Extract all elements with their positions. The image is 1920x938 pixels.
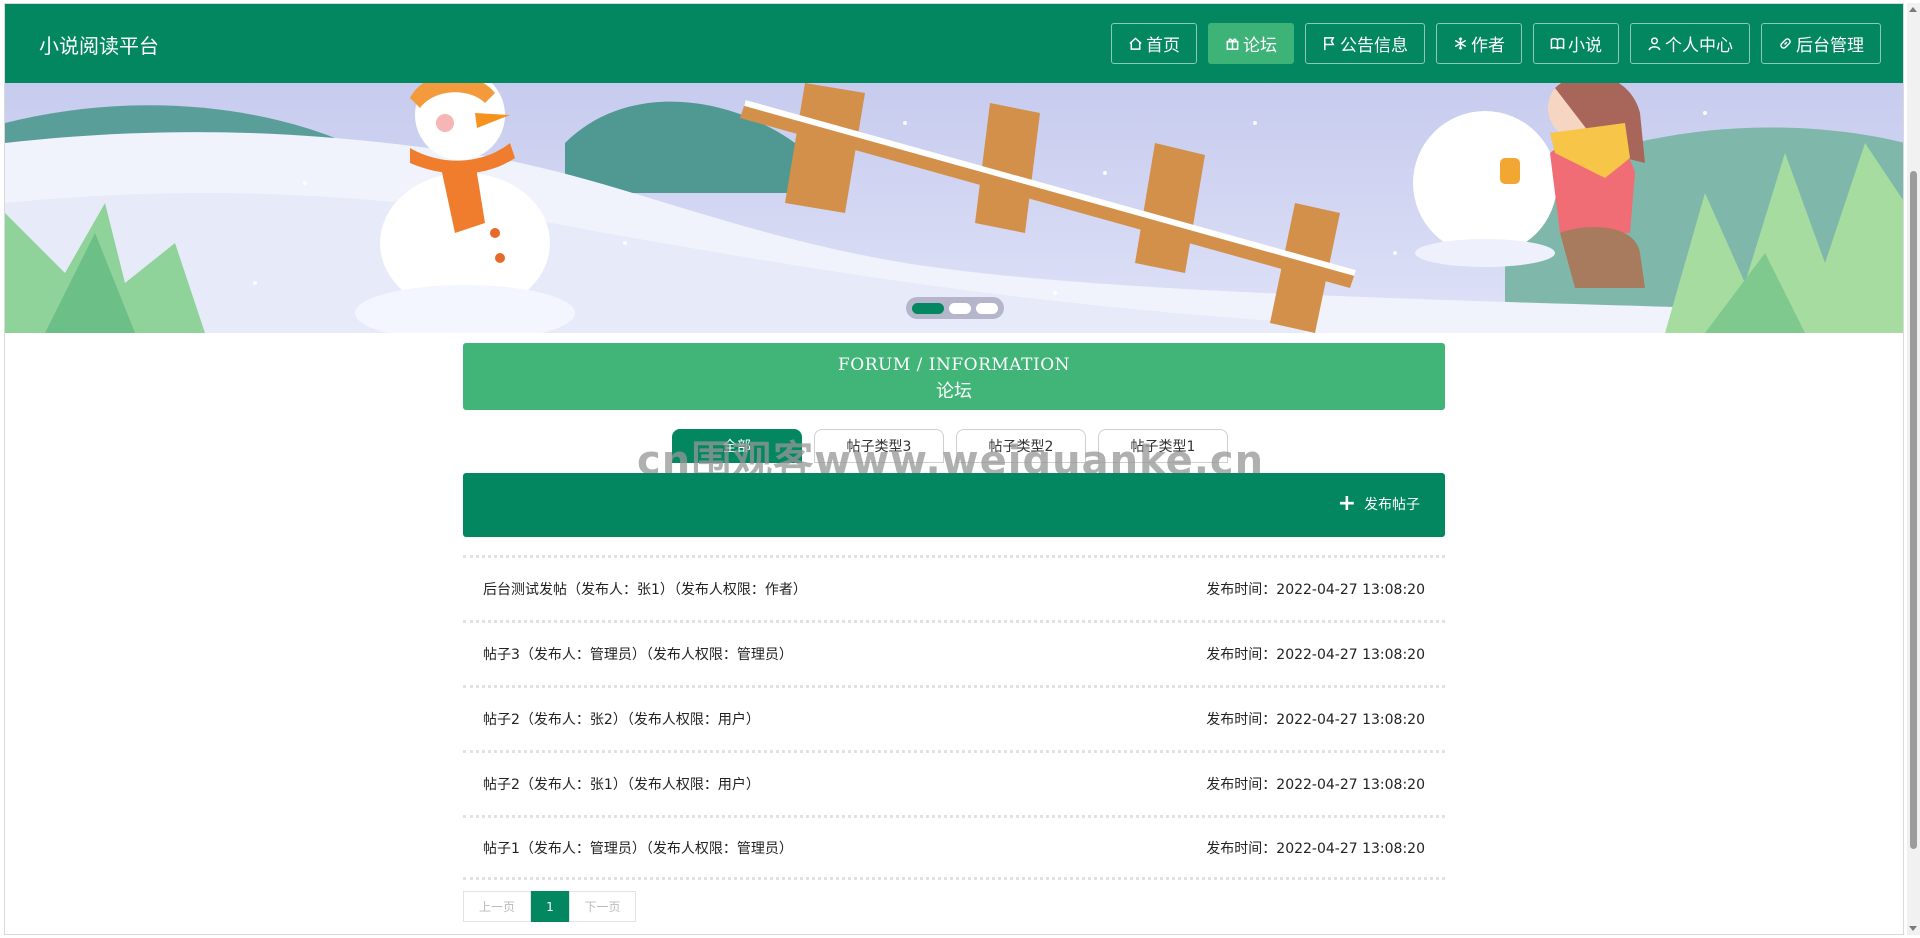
post-time: 发布时间：2022-04-27 13:08:20 [1206,840,1425,857]
nav-notice[interactable]: 公告信息 [1305,23,1425,64]
tab-all[interactable]: 全部 [672,429,802,463]
site-brand[interactable]: 小说阅读平台 [39,30,159,59]
scroll-down-icon[interactable] [1909,926,1917,931]
forum-title-block: FORUM / INFORMATION 论坛 [463,343,1445,410]
snowflake-icon [1454,37,1467,50]
nav-profile[interactable]: 个人中心 [1630,23,1750,64]
user-icon [1648,37,1661,51]
publish-post-button[interactable]: + 发布帖子 [1338,493,1420,515]
list-item[interactable]: 帖子2（发布人：张1）（发布人权限：用户） 发布时间：2022-04-27 13… [463,750,1445,815]
nav-notice-label: 公告信息 [1340,36,1408,56]
nav-novel-label: 小说 [1568,36,1602,56]
carousel-dot-1[interactable] [912,302,944,314]
forum-title-en: FORUM / INFORMATION [837,355,1071,375]
book-icon [1550,37,1565,50]
nav-forum[interactable]: 论坛 [1208,23,1294,64]
nav-admin-label: 后台管理 [1796,36,1864,56]
list-item[interactable]: 帖子3（发布人：管理员）（发布人权限：管理员） 发布时间：2022-04-27 … [463,620,1445,685]
nav-forum-label: 论坛 [1243,36,1277,56]
banner-carousel[interactable] [5,83,1903,333]
post-time: 发布时间：2022-04-27 13:08:20 [1206,712,1425,728]
browser-viewport: 小说阅读平台 首页 论坛 公告信息 作者 小说 个人中心 后台管理 FORUM … [4,3,1904,935]
post-time: 发布时间：2022-04-27 13:08:20 [1206,647,1425,663]
top-navbar: 小说阅读平台 首页 论坛 公告信息 作者 小说 个人中心 后台管理 [5,4,1903,83]
page-scrollbar[interactable] [1907,3,1920,935]
post-action-bar: + 发布帖子 [463,473,1445,537]
carousel-indicators [906,297,1004,319]
post-title: 帖子2（发布人：张1）（发布人权限：用户） [483,777,760,793]
carousel-dot-2[interactable] [949,302,971,314]
prev-page-button[interactable]: 上一页 [463,891,531,922]
pagination: 上一页 1 下一页 [463,891,636,922]
post-title: 帖子1（发布人：管理员）（发布人权限：管理员） [483,840,793,857]
carousel-dot-3[interactable] [976,302,998,314]
list-item[interactable]: 帖子1（发布人：管理员）（发布人权限：管理员） 发布时间：2022-04-27 … [463,815,1445,880]
forum-title-zh: 论坛 [936,381,972,402]
post-title: 帖子2（发布人：张2）（发布人权限：用户） [483,712,760,728]
scroll-up-icon[interactable] [1909,7,1917,12]
post-type-tabs: 全部 帖子类型3 帖子类型2 帖子类型1 [672,429,1228,463]
nav-profile-label: 个人中心 [1665,36,1733,56]
nav-novel[interactable]: 小说 [1533,23,1619,64]
post-title: 后台测试发帖（发布人：张1）（发布人权限：作者） [483,582,807,598]
plus-icon: + [1337,491,1356,516]
nav-author-label: 作者 [1471,36,1505,56]
list-item[interactable]: 帖子2（发布人：张2）（发布人权限：用户） 发布时间：2022-04-27 13… [463,685,1445,750]
banner-illustration [5,83,1903,333]
nav-admin[interactable]: 后台管理 [1761,23,1881,64]
flag-icon [1324,37,1335,51]
tab-type-2[interactable]: 帖子类型2 [956,429,1086,463]
nav-author[interactable]: 作者 [1436,23,1522,64]
tab-type-3[interactable]: 帖子类型3 [814,429,944,463]
scrollbar-thumb[interactable] [1910,171,1917,849]
main-nav: 首页 论坛 公告信息 作者 小说 个人中心 后台管理 [1111,23,1881,64]
tab-type-1[interactable]: 帖子类型1 [1098,429,1228,463]
nav-home[interactable]: 首页 [1111,23,1197,64]
publish-post-label: 发布帖子 [1364,497,1420,513]
next-page-button[interactable]: 下一页 [569,891,636,922]
list-item[interactable]: 后台测试发帖（发布人：张1）（发布人权限：作者） 发布时间：2022-04-27… [463,555,1445,620]
post-time: 发布时间：2022-04-27 13:08:20 [1206,777,1425,793]
gift-icon [1226,38,1239,50]
nav-home-label: 首页 [1146,36,1180,56]
page-1-button[interactable]: 1 [531,891,569,922]
post-title: 帖子3（发布人：管理员）（发布人权限：管理员） [483,647,793,663]
post-time: 发布时间：2022-04-27 13:08:20 [1206,582,1425,598]
home-icon [1129,37,1142,50]
post-list: 后台测试发帖（发布人：张1）（发布人权限：作者） 发布时间：2022-04-27… [463,555,1445,880]
link-icon [1780,38,1791,49]
